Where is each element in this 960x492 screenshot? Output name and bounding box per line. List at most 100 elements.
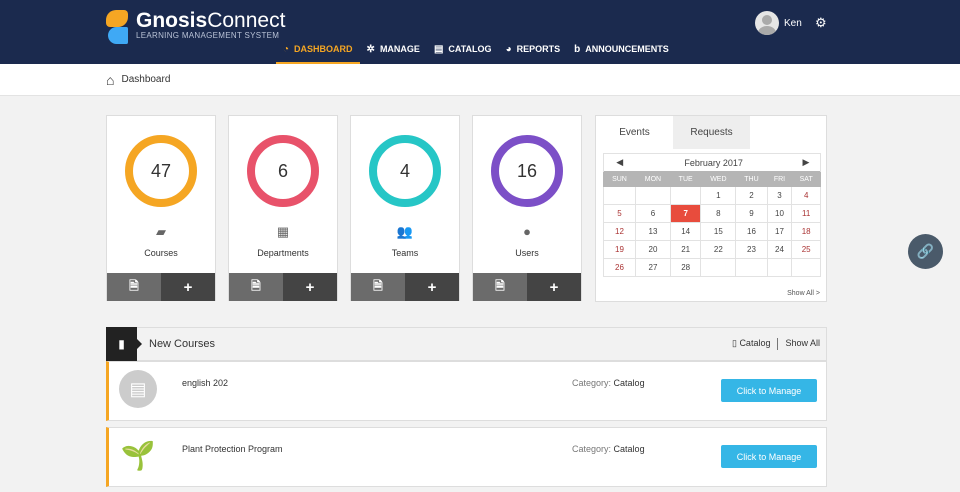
calendar-day[interactable]: 2 [735, 186, 768, 205]
calendar-day[interactable]: 15 [700, 222, 737, 241]
nav-catalog[interactable]: ▤ CATALOG [427, 44, 499, 64]
stat-ring: 6 [247, 135, 319, 207]
calendar-day[interactable]: 4 [791, 186, 821, 205]
calendar-day[interactable]: 8 [700, 204, 737, 223]
calendar-day[interactable]: 22 [700, 240, 737, 259]
network-icon: ✲ [366, 44, 375, 55]
brand-name-rest: Connect [207, 9, 286, 32]
calendar-day[interactable]: 24 [766, 240, 793, 259]
stat-card-courses: 47 ▰ Courses 🗎 + [106, 115, 216, 301]
calendar-day[interactable]: 12 [603, 222, 636, 241]
weekday-header: WED [700, 171, 737, 187]
calendar-day[interactable]: 9 [735, 204, 768, 223]
calendar-day[interactable]: 18 [791, 222, 821, 241]
calendar-day[interactable]: 27 [634, 258, 672, 277]
calendar-day[interactable]: 10 [766, 204, 793, 223]
logo[interactable]: GnosisConnect LEARNING MANAGEMENT SYSTEM [106, 10, 285, 44]
calendar-day[interactable]: 6 [634, 204, 672, 223]
book-icon: ▮ [106, 326, 142, 361]
nav-label: DASHBOARD [294, 44, 353, 54]
calendar-day[interactable]: 11 [791, 204, 821, 223]
stat-value: 6 [277, 160, 288, 181]
user-icon: ● [523, 224, 531, 239]
stat-label[interactable]: Courses [107, 248, 215, 258]
stat-value: 16 [516, 160, 538, 181]
nav-manage[interactable]: ✲ MANAGE [360, 44, 427, 64]
calendar-day[interactable]: 23 [735, 240, 768, 259]
calendar-day[interactable]: 17 [766, 222, 793, 241]
user-name: Ken [784, 17, 802, 29]
add-button[interactable]: + [405, 273, 459, 301]
calendar-day[interactable]: 16 [735, 222, 768, 241]
show-all-link[interactable]: Show All [785, 338, 820, 350]
tab-events[interactable]: Events [596, 116, 673, 149]
plant-image: 🌱 [120, 439, 156, 471]
nav-label: MANAGE [379, 44, 420, 54]
brand-tagline: LEARNING MANAGEMENT SYSTEM [136, 31, 280, 40]
view-list-button[interactable]: 🗎 [473, 273, 527, 301]
gear-icon[interactable]: ⚙ [815, 15, 827, 31]
add-button[interactable]: + [161, 273, 215, 301]
course-name[interactable]: english 202 [182, 378, 228, 388]
calendar-day[interactable]: 1 [700, 186, 737, 205]
stat-card-departments: 6 ▦ Departments 🗎 + [228, 115, 338, 301]
main-nav: ◔ DASHBOARD ✲ MANAGE ▤ CATALOG ◕ REPORTS b AN… [276, 44, 676, 64]
stat-label[interactable]: Departments [229, 248, 337, 258]
calendar-day[interactable]: 14 [669, 222, 702, 241]
calendar-day[interactable]: 19 [603, 240, 636, 259]
course-thumbnail-icon: ▤ [119, 370, 157, 408]
click-to-manage-button[interactable]: Click to Manage [721, 379, 817, 402]
calendar-day[interactable]: 21 [669, 240, 702, 259]
nav-label: ANNOUNCEMENTS [585, 44, 669, 54]
home-icon[interactable]: ⌂ [106, 72, 114, 88]
weekday-header: TUE [669, 171, 702, 187]
calendar-day[interactable]: 5 [603, 204, 636, 223]
stat-value: 4 [399, 160, 410, 181]
top-header: GnosisConnect LEARNING MANAGEMENT SYSTEM… [0, 0, 960, 64]
calendar-day [766, 258, 793, 277]
calendar-day[interactable]: 28 [669, 258, 702, 277]
breadcrumb: ⌂ Dashboard [0, 64, 960, 96]
category-value: Catalog [613, 378, 645, 388]
nav-announcements[interactable]: b ANNOUNCEMENTS [567, 44, 676, 64]
link-icon[interactable]: 🔗 [908, 234, 943, 269]
logo-mark [106, 10, 130, 44]
course-row: 🌱 Plant Protection Program Category: Cat… [106, 427, 827, 487]
click-to-manage-button[interactable]: Click to Manage [721, 445, 817, 468]
calendar-day[interactable]: 13 [634, 222, 672, 241]
next-month-button[interactable]: ▶ [791, 153, 821, 172]
stat-card-users: 16 ● Users 🗎 + [472, 115, 582, 301]
course-name[interactable]: Plant Protection Program [182, 444, 283, 454]
stat-ring: 47 [125, 135, 197, 207]
stat-card-teams: 4 👥 Teams 🗎 + [350, 115, 460, 301]
brand-name-bold: Gnosis [136, 9, 208, 32]
calendar-day[interactable]: 25 [791, 240, 821, 259]
calendar-day[interactable]: 7 [669, 204, 702, 223]
grid-icon: ▦ [276, 224, 290, 239]
calendar-day[interactable]: 26 [603, 258, 636, 277]
view-list-button[interactable]: 🗎 [351, 273, 405, 301]
catalog-link[interactable]: ▯ Catalog [732, 338, 770, 350]
calendar-day [603, 186, 636, 205]
add-button[interactable]: + [283, 273, 337, 301]
weekday-header: THU [735, 171, 768, 187]
tab-requests[interactable]: Requests [673, 116, 750, 149]
nav-dashboard[interactable]: ◔ DASHBOARD [276, 44, 360, 64]
view-list-button[interactable]: 🗎 [229, 273, 283, 301]
nav-reports[interactable]: ◕ REPORTS [499, 44, 568, 64]
calendar-show-all-link[interactable]: Show All > [787, 290, 820, 297]
category-value: Catalog [613, 444, 645, 454]
view-list-button[interactable]: 🗎 [107, 273, 161, 301]
section-title: New Courses [149, 338, 216, 350]
nav-label: REPORTS [516, 44, 561, 54]
divider [777, 338, 779, 350]
weekday-header: FRI [766, 171, 793, 187]
calendar-day[interactable]: 20 [634, 240, 672, 259]
user-menu[interactable]: Ken [755, 11, 802, 35]
stat-label[interactable]: Teams [351, 248, 459, 258]
catalog-icon: ▤ [433, 44, 444, 55]
calendar-day[interactable]: 3 [766, 186, 793, 205]
add-button[interactable]: + [527, 273, 581, 301]
stat-label[interactable]: Users [473, 248, 581, 258]
prev-month-button[interactable]: ◀ [603, 153, 636, 172]
